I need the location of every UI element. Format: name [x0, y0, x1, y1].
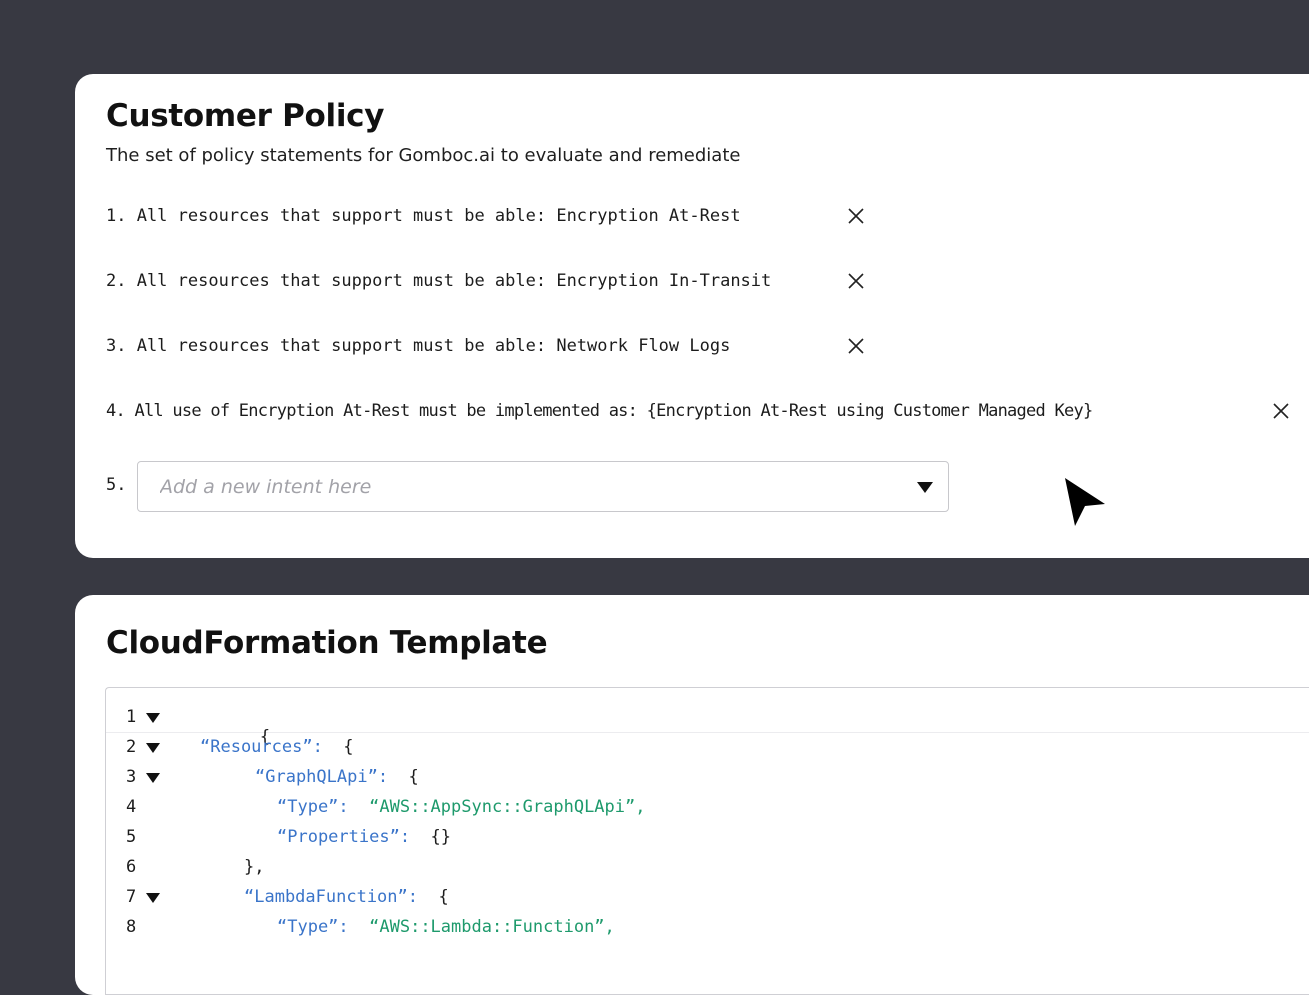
- code-token: {: [322, 737, 354, 757]
- policy-statement-3: 3. All resources that support must be ab…: [106, 333, 730, 359]
- code-token: “GraphQLApi”:: [255, 767, 389, 787]
- code-text: “Type”: “AWS::Lambda::Function”,: [277, 917, 615, 937]
- code-token: },: [244, 857, 265, 877]
- code-text: “Type”: “AWS::AppSync::GraphQLApi”,: [277, 797, 645, 817]
- close-icon: [848, 273, 864, 289]
- code-token: {: [388, 767, 419, 787]
- caret-down-icon[interactable]: [146, 713, 160, 723]
- close-icon: [1273, 403, 1289, 419]
- caret-down-icon[interactable]: [146, 743, 160, 753]
- policy-statement-text: 2. All resources that support must be ab…: [106, 271, 772, 291]
- new-intent-input[interactable]: [160, 462, 860, 511]
- policy-statement-1: 1. All resources that support must be ab…: [106, 203, 741, 229]
- code-token: “Resources”:: [200, 737, 323, 757]
- code-token: “LambdaFunction”:: [244, 887, 418, 907]
- caret-down-icon[interactable]: [916, 480, 934, 494]
- caret-down-icon[interactable]: [146, 893, 160, 903]
- code-line: 8 “Type”: “AWS::Lambda::Function”,: [106, 912, 1309, 942]
- policy-statement-text: 4. All use of Encryption At-Rest must be…: [106, 401, 1093, 421]
- policy-statement-4: 4. All use of Encryption At-Rest must be…: [106, 398, 1093, 424]
- line-number: 3: [126, 767, 137, 787]
- code-text: },: [244, 857, 264, 877]
- policy-title: Customer Policy: [106, 98, 385, 134]
- code-line: 1 {: [106, 702, 1309, 747]
- code-token: {: [418, 887, 449, 907]
- remove-statement-4-button[interactable]: [1271, 401, 1291, 421]
- code-text: “GraphQLApi”: {: [255, 767, 419, 787]
- line-number: 5: [126, 827, 137, 847]
- remove-statement-1-button[interactable]: [846, 206, 866, 226]
- code-text: “Properties”: {}: [277, 827, 451, 847]
- code-line: 5 “Properties”: {}: [106, 822, 1309, 852]
- new-intent-select[interactable]: [137, 461, 949, 512]
- code-line: 3 “GraphQLApi”: {: [106, 762, 1309, 792]
- code-token: “Type”:: [277, 797, 349, 817]
- policy-statement-text: 3. All resources that support must be ab…: [106, 336, 731, 356]
- line-number: 1: [126, 707, 137, 727]
- line-number: 7: [126, 887, 137, 907]
- line-number: 2: [126, 737, 137, 757]
- code-line: 2 “Resources”: {: [106, 732, 1309, 762]
- line-number: 8: [126, 917, 137, 937]
- remove-statement-3-button[interactable]: [846, 336, 866, 356]
- code-token: “Type”:: [277, 917, 349, 937]
- code-token: {}: [410, 827, 452, 847]
- customer-policy-panel: Customer Policy The set of policy statem…: [75, 74, 1309, 558]
- code-line: 7 “LambdaFunction”: {: [106, 882, 1309, 912]
- close-icon: [848, 338, 864, 354]
- close-icon: [848, 208, 864, 224]
- template-title: CloudFormation Template: [106, 625, 548, 661]
- code-text: “LambdaFunction”: {: [244, 887, 449, 907]
- mouse-pointer-icon: [1065, 478, 1105, 526]
- policy-subtitle: The set of policy statements for Gomboc.…: [106, 145, 741, 166]
- code-token: “AWS::AppSync::GraphQLApi”,: [369, 797, 646, 817]
- remove-statement-2-button[interactable]: [846, 271, 866, 291]
- policy-statement-2: 2. All resources that support must be ab…: [106, 268, 771, 294]
- code-token: “AWS::Lambda::Function”,: [369, 917, 615, 937]
- cloudformation-template-panel: CloudFormation Template 1 { 2 “Resources…: [75, 595, 1309, 995]
- code-text: “Resources”: {: [200, 737, 354, 757]
- code-editor[interactable]: 1 { 2 “Resources”: { 3 “GraphQLApi”: { 4…: [105, 687, 1309, 995]
- policy-statement-text: 1. All resources that support must be ab…: [106, 206, 741, 226]
- line-number: 6: [126, 857, 137, 877]
- caret-down-icon[interactable]: [146, 773, 160, 783]
- code-line: 4 “Type”: “AWS::AppSync::GraphQLApi”,: [106, 792, 1309, 822]
- new-intent-number: 5.: [106, 475, 127, 495]
- code-token: “Properties”:: [277, 827, 411, 847]
- line-number: 4: [126, 797, 137, 817]
- code-line: 6 },: [106, 852, 1309, 882]
